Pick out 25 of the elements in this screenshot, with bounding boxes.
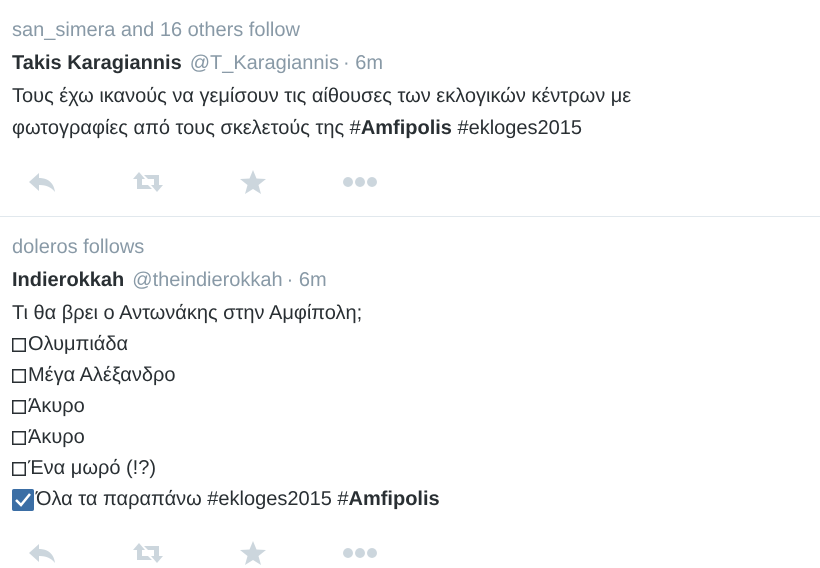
- tweet-text: φωτογραφίες από τους σκελετούς της #Amfipolis #ekloges2015: [12, 116, 584, 141]
- retweet-icon[interactable]: [132, 542, 164, 564]
- more-icon[interactable]: [342, 176, 378, 188]
- tweet-text: Ένα μωρό (!?): [28, 456, 156, 481]
- retweet-icon[interactable]: [132, 171, 164, 193]
- tweet-text: Άκυρο: [28, 394, 85, 419]
- tweet-text: Τους έχω ικανούς να γεμίσουν τις αίθουσες των εκλογικών κέντρων με: [12, 84, 632, 109]
- tweet-text: Άκυρο: [28, 425, 85, 450]
- social-context: doleros follows: [12, 235, 146, 260]
- author-handle[interactable]: @theindierokkah: [132, 263, 283, 297]
- tweet-text: Μέγα Αλέξανδρο: [28, 363, 176, 388]
- author-name[interactable]: Indierokkah: [12, 263, 124, 297]
- author-name[interactable]: Takis Karagiannis: [12, 46, 182, 80]
- author-handle[interactable]: @T_Karagiannis: [190, 46, 339, 80]
- social-context: san_simera and 16 others follow: [12, 18, 301, 43]
- tweet-text: Τι θα βρει ο Αντωνάκης στην Αμφίπολη;: [12, 301, 364, 326]
- reply-icon[interactable]: [28, 171, 56, 193]
- star-icon[interactable]: [240, 170, 266, 194]
- tweet-time[interactable]: · 6m: [342, 46, 383, 80]
- reply-icon[interactable]: [28, 542, 56, 564]
- tweet-text: Ολυμπιάδα: [28, 332, 128, 357]
- star-icon[interactable]: [240, 541, 266, 565]
- tweet-text: Όλα τα παραπάνω #ekloges2015 #Amfipolis: [36, 487, 440, 512]
- tweet-time[interactable]: · 6m: [286, 263, 327, 297]
- more-icon[interactable]: [342, 547, 378, 559]
